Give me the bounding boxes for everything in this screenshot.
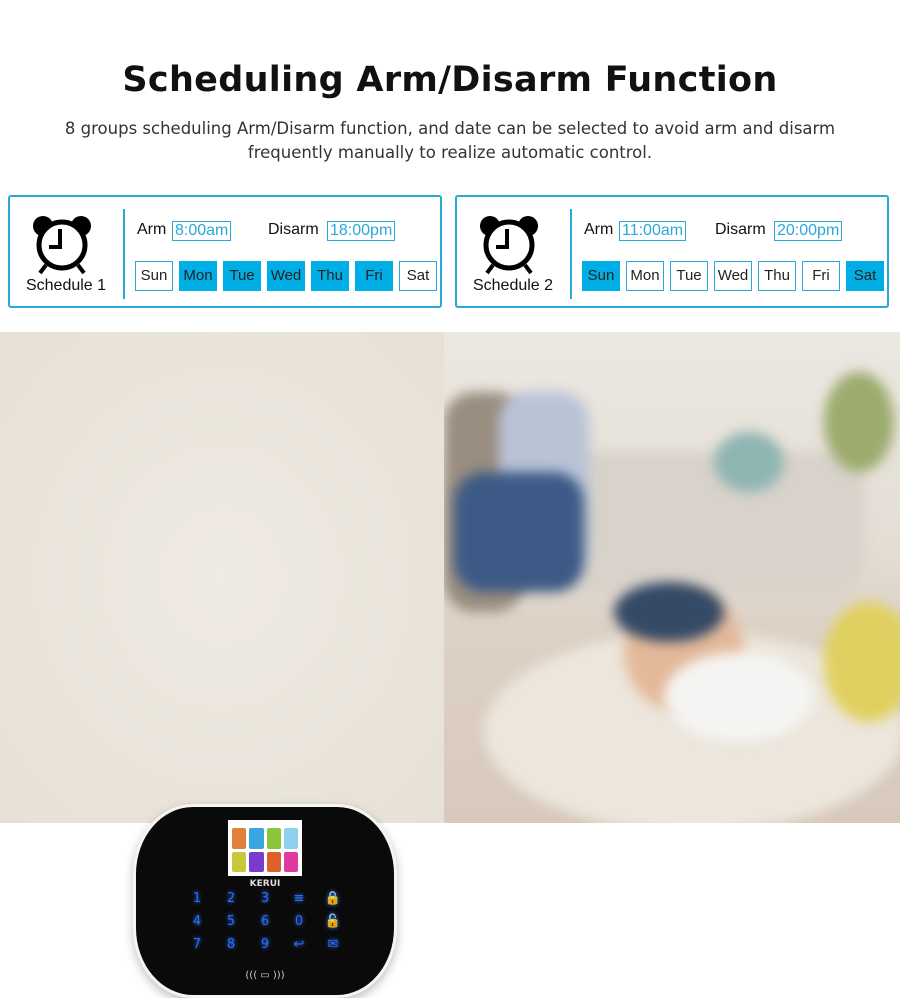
keypad-key: 5	[226, 914, 236, 929]
arm-time-field[interactable]: 11:00am	[619, 221, 687, 241]
day-toggle-sat[interactable]: Sat	[399, 261, 437, 291]
schedule-name: Schedule 1	[25, 277, 107, 294]
day-toggle-wed[interactable]: Wed	[267, 261, 305, 291]
family-photo	[444, 332, 900, 823]
schedule-panel: Schedule 2 Arm 11:00am Disarm 20:00pm Su…	[455, 195, 889, 308]
keypad-key: 9	[260, 937, 270, 952]
schedule-panel: Schedule 1 Arm 8:00am Disarm 18:00pm Sun…	[8, 195, 442, 308]
divider	[570, 209, 572, 299]
rfid-reader-icon: ((( ▭ )))	[245, 970, 285, 981]
disarm-label: Disarm	[268, 221, 319, 238]
keypad-key: 🔒	[324, 891, 342, 906]
day-toggle-sun[interactable]: Sun	[582, 261, 620, 291]
page-title: Scheduling Arm/Disarm Function	[122, 60, 778, 100]
day-toggle-tue[interactable]: Tue	[670, 261, 708, 291]
disarm-label: Disarm	[715, 221, 766, 238]
alarm-clock-icon	[30, 213, 94, 275]
day-selector: Sun Mon Tue Wed Thu Fri Sat	[135, 261, 437, 291]
keypad-key: 2	[226, 891, 236, 906]
keypad-key: 6	[260, 914, 270, 929]
day-toggle-thu[interactable]: Thu	[758, 261, 796, 291]
keypad-key: 1	[192, 891, 202, 906]
day-toggle-tue[interactable]: Tue	[223, 261, 261, 291]
device-brand-logo: KERUI	[249, 879, 281, 889]
keypad-key: ≡	[293, 891, 305, 906]
keypad-key: 4	[192, 914, 202, 929]
day-selector: Sun Mon Tue Wed Thu Fri Sat	[582, 261, 884, 291]
keypad-key: 🔓	[324, 914, 342, 929]
keypad-key: 7	[192, 937, 202, 952]
keypad-key: 8	[226, 937, 236, 952]
keypad-key: 0	[294, 914, 304, 929]
disarm-time-field[interactable]: 18:00pm	[327, 221, 396, 241]
keypad-key: ✉	[327, 937, 339, 952]
arm-label: Arm	[584, 221, 614, 238]
day-toggle-wed[interactable]: Wed	[714, 261, 752, 291]
day-toggle-fri[interactable]: Fri	[802, 261, 840, 291]
keypad-key: ↩	[293, 937, 305, 952]
keypad-key: 3	[260, 891, 270, 906]
disarm-time-field[interactable]: 20:00pm	[774, 221, 843, 241]
page-subtitle: 8 groups scheduling Arm/Disarm function,…	[64, 119, 836, 162]
day-toggle-mon[interactable]: Mon	[626, 261, 664, 291]
wall-photo: KERUI 1 2 3 ≡ 🔒 4 5 6 0 🔓 7 8 9 ↩ ✉ ((( ▭ )))	[0, 332, 444, 998]
day-toggle-sat[interactable]: Sat	[846, 261, 884, 291]
day-toggle-sun[interactable]: Sun	[135, 261, 173, 291]
day-toggle-fri[interactable]: Fri	[355, 261, 393, 291]
schedule-name: Schedule 2	[472, 277, 554, 294]
keypad: 1 2 3 ≡ 🔒 4 5 6 0 🔓 7 8 9 ↩ ✉	[180, 891, 350, 952]
arm-time-field[interactable]: 8:00am	[172, 221, 232, 241]
day-toggle-thu[interactable]: Thu	[311, 261, 349, 291]
device-screen	[228, 820, 302, 876]
arm-label: Arm	[137, 221, 167, 238]
day-toggle-mon[interactable]: Mon	[179, 261, 217, 291]
alarm-clock-icon	[477, 213, 541, 275]
alarm-panel-device: KERUI 1 2 3 ≡ 🔒 4 5 6 0 🔓 7 8 9 ↩ ✉ ((( ▭ )))	[133, 804, 397, 998]
divider	[123, 209, 125, 299]
